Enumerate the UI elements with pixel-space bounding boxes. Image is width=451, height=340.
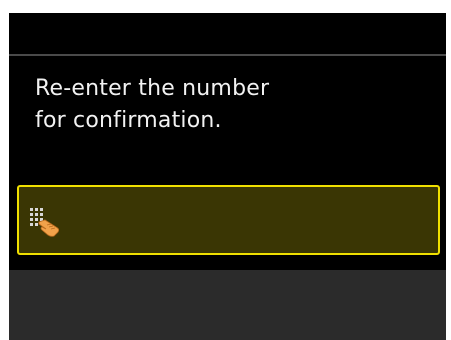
header-divider xyxy=(9,54,446,56)
bottom-bar xyxy=(9,270,446,340)
confirmation-message: Re-enter the number for confirmation. xyxy=(35,73,425,137)
message-line-2: for confirmation. xyxy=(35,108,222,133)
message-line-1: Re-enter the number xyxy=(35,76,270,101)
keypad-touch-icon xyxy=(30,208,60,237)
printer-screen: Re-enter the number for confirmation. xyxy=(9,13,446,340)
header-bar xyxy=(9,13,446,54)
number-entry-field[interactable] xyxy=(17,185,440,255)
